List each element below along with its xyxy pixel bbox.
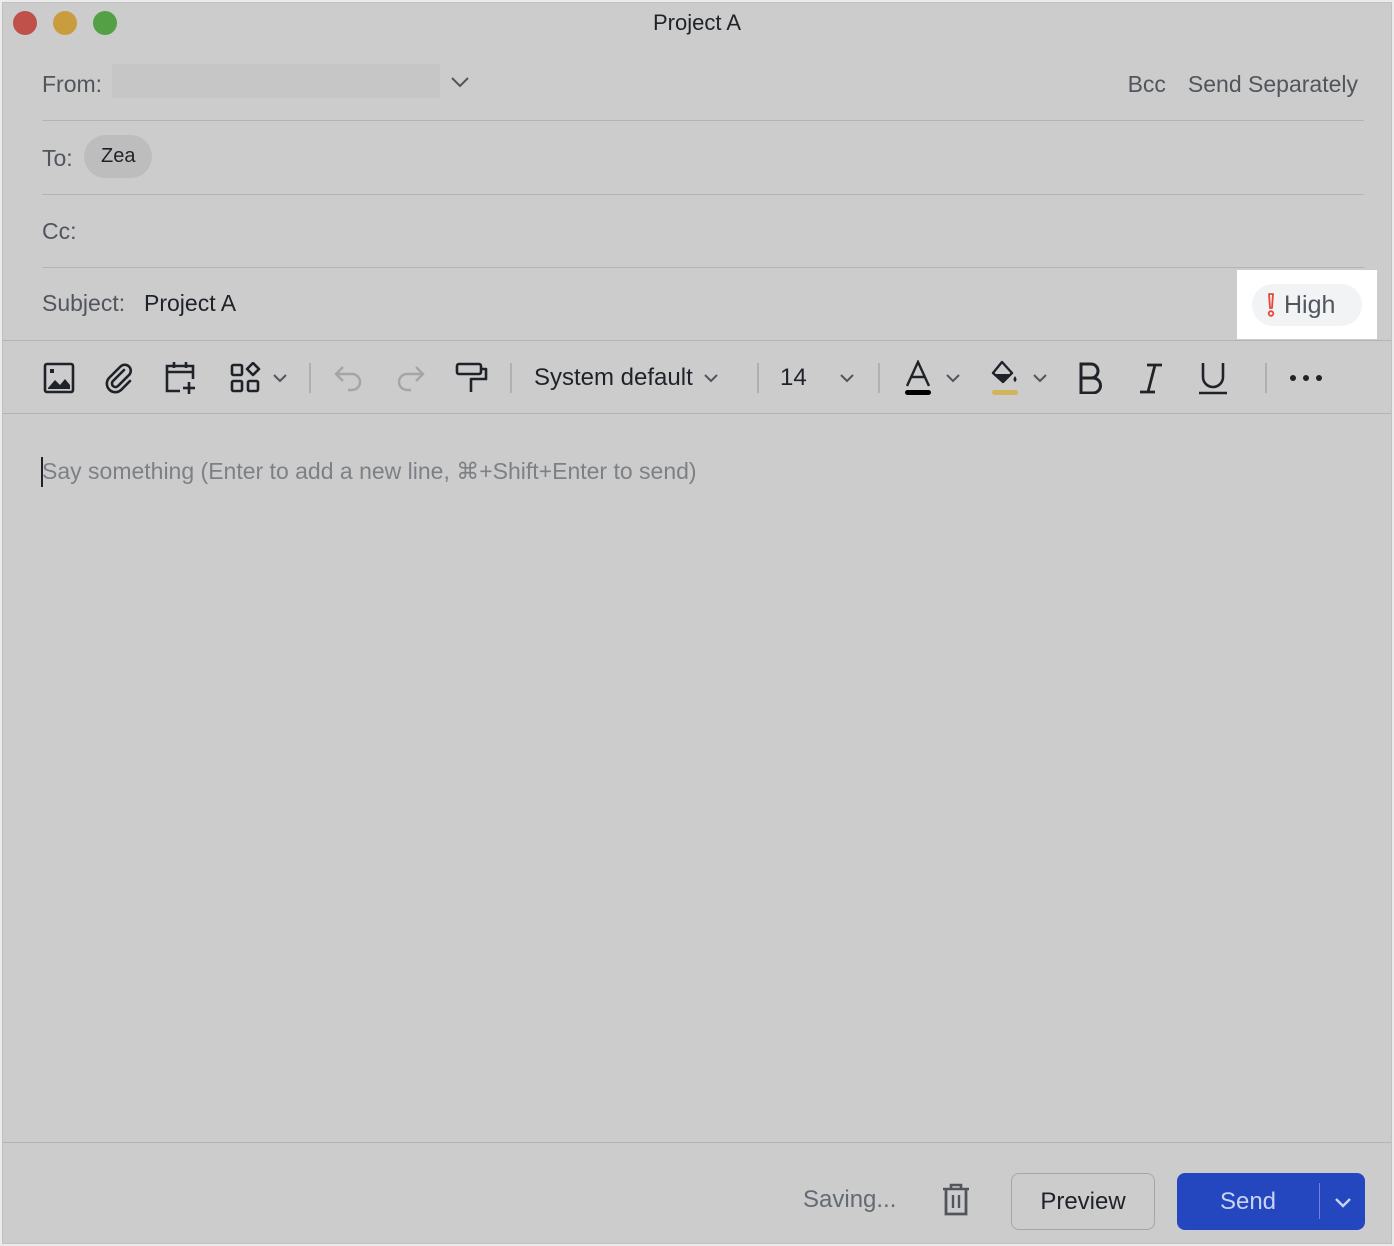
chevron-down-icon	[1334, 1197, 1351, 1208]
format-toolbar: System default 14	[3, 341, 1391, 413]
compose-window: Project A From: Bcc Send Separately To: …	[2, 2, 1392, 1244]
highlight-color-button[interactable]	[990, 360, 1048, 395]
insert-calendar-button[interactable]	[164, 361, 200, 395]
subject-input[interactable]: Project A	[144, 290, 236, 317]
to-label: To:	[42, 145, 73, 171]
subject-row[interactable]: Subject: Project A	[42, 268, 1364, 340]
bold-button[interactable]	[1076, 361, 1104, 395]
to-row[interactable]: To: Zea	[42, 121, 1364, 195]
chevron-down-icon	[946, 374, 960, 383]
from-label: From:	[42, 71, 103, 97]
save-status: Saving...	[803, 1186, 897, 1213]
more-horizontal-icon	[1290, 375, 1322, 381]
toolbar-separator	[757, 363, 759, 393]
title-bar: Project A	[3, 3, 1391, 43]
chevron-down-icon	[839, 374, 854, 383]
editor-placeholder: Say something (Enter to add a new line, …	[42, 458, 697, 484]
underline-button[interactable]	[1197, 361, 1229, 395]
paint-bucket-icon	[991, 360, 1018, 395]
message-body-editor[interactable]: Say something (Enter to add a new line, …	[3, 414, 1391, 1142]
underline-icon	[1199, 363, 1227, 395]
cc-label: Cc:	[42, 218, 77, 244]
cc-row[interactable]: Cc:	[42, 195, 1364, 268]
paint-roller-icon	[455, 362, 488, 392]
image-icon	[43, 362, 75, 394]
toolbar-separator	[1265, 363, 1267, 393]
window-title: Project A	[652, 10, 742, 35]
toolbar-separator	[510, 363, 512, 393]
more-inserts-button[interactable]	[230, 361, 288, 395]
attach-file-button[interactable]	[103, 361, 137, 395]
send-options-button[interactable]	[1320, 1173, 1365, 1230]
bold-icon	[1079, 362, 1102, 394]
chevron-down-icon	[1033, 374, 1047, 383]
text-color-button[interactable]	[903, 360, 961, 395]
apps-icon	[230, 362, 261, 393]
undo-button[interactable]	[333, 361, 365, 395]
more-options-button[interactable]	[1289, 361, 1323, 395]
priority-button[interactable]: High	[1252, 284, 1362, 326]
italic-icon	[1140, 363, 1162, 394]
send-button-group: Send	[1177, 1173, 1365, 1230]
italic-button[interactable]	[1137, 361, 1165, 395]
preview-button[interactable]: Preview	[1011, 1173, 1155, 1230]
chevron-down-icon[interactable]	[450, 75, 470, 89]
font-family-select[interactable]: System default	[534, 361, 719, 395]
calendar-plus-icon	[165, 362, 195, 394]
recipient-chip[interactable]: Zea	[84, 135, 153, 178]
compose-footer: Saving... Preview Send	[3, 1142, 1391, 1245]
priority-label: High	[1284, 290, 1336, 319]
font-size-value: 14	[780, 364, 807, 391]
from-actions: Bcc Send Separately	[1128, 71, 1358, 98]
text-color-icon	[905, 360, 931, 395]
insert-image-button[interactable]	[43, 361, 75, 395]
undo-icon	[334, 366, 362, 392]
exclamation-icon	[1267, 293, 1275, 317]
from-row: From: Bcc Send Separately	[42, 47, 1364, 121]
priority-highlight: High	[1237, 270, 1377, 339]
subject-label: Subject:	[42, 290, 126, 316]
format-painter-button[interactable]	[455, 361, 489, 395]
send-button[interactable]: Send	[1177, 1173, 1319, 1230]
toolbar-separator	[309, 363, 311, 393]
chevron-down-icon	[704, 374, 718, 383]
from-account-field[interactable]	[112, 64, 440, 98]
toolbar-separator	[878, 363, 880, 393]
send-separately-link[interactable]: Send Separately	[1188, 71, 1358, 98]
bcc-link[interactable]: Bcc	[1128, 71, 1166, 98]
paperclip-icon	[105, 363, 132, 394]
chevron-down-icon	[273, 374, 287, 383]
redo-button[interactable]	[394, 361, 426, 395]
trash-icon[interactable]	[941, 1183, 971, 1217]
redo-icon	[397, 366, 425, 392]
font-family-value: System default	[534, 364, 693, 391]
font-size-select[interactable]: 14	[780, 361, 855, 395]
